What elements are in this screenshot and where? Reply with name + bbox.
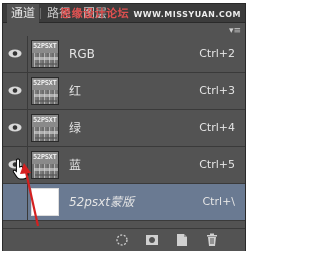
visibility-toggle[interactable] — [3, 110, 28, 146]
eye-icon — [8, 86, 22, 95]
watermark-cn: 思缘设计论坛 — [60, 7, 130, 20]
channel-thumbnail: 52PSXT — [31, 40, 59, 68]
channel-name: 52psxt蒙版 — [69, 195, 134, 209]
visibility-toggle[interactable] — [3, 73, 28, 109]
load-selection-icon[interactable] — [115, 233, 129, 247]
eye-icon — [8, 123, 22, 132]
channel-name: RGB — [69, 47, 95, 61]
panel-tab-bar: 通道 路径 图层 思缘设计论坛 WWW.MISSYUAN.COM — [3, 4, 245, 23]
thumbnail-text: 52PSXT — [33, 42, 57, 50]
channel-row-red[interactable]: 52PSXT 红 Ctrl+3 — [3, 73, 245, 110]
watermark: 思缘设计论坛 WWW.MISSYUAN.COM — [60, 5, 241, 21]
panel-bottom-toolbar — [3, 228, 245, 251]
watermark-url: WWW.MISSYUAN.COM — [133, 10, 241, 19]
tab-separator — [40, 8, 41, 19]
channel-shortcut: Ctrl+3 — [199, 84, 235, 97]
save-selection-icon[interactable] — [145, 233, 159, 247]
channel-row-rgb[interactable]: 52PSXT RGB Ctrl+2 — [3, 36, 245, 73]
channel-shortcut: Ctrl+4 — [199, 121, 235, 134]
channel-thumbnail: 52PSXT — [31, 114, 59, 142]
channel-shortcut: Ctrl+2 — [199, 47, 235, 60]
channel-name: 红 — [69, 84, 82, 98]
channel-thumbnail: 52PSXT — [31, 77, 59, 105]
channel-name: 蓝 — [69, 158, 82, 172]
thumbnail-text: 52PSXT — [33, 79, 57, 87]
channel-shortcut: Ctrl+5 — [199, 158, 235, 171]
channel-name: 绿 — [69, 121, 82, 135]
tab-channels[interactable]: 通道 — [7, 4, 40, 23]
channel-shortcut: Ctrl+\ — [202, 195, 236, 208]
thumbnail-text: 52PSXT — [33, 116, 57, 124]
delete-icon[interactable] — [205, 233, 219, 247]
eye-icon — [8, 49, 22, 58]
new-channel-icon[interactable] — [175, 233, 189, 247]
visibility-toggle[interactable] — [3, 36, 28, 72]
channel-row-green[interactable]: 52PSXT 绿 Ctrl+4 — [3, 110, 245, 147]
annotation-arrow-icon — [20, 163, 40, 227]
